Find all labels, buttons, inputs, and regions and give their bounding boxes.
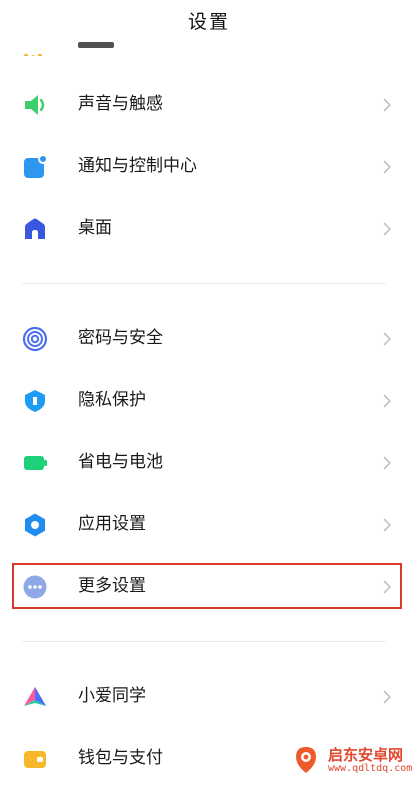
settings-item-label: 应用设置 [78, 514, 146, 534]
partial-hidden-row[interactable] [0, 36, 418, 56]
partial-row-icon [23, 44, 43, 56]
settings-item-label: 小爱同学 [78, 686, 146, 706]
notification-icon [22, 154, 48, 180]
watermark-url: www.qdltdq.com [328, 763, 413, 774]
section-divider [22, 641, 386, 642]
highlight-box [12, 563, 402, 609]
chevron-right-icon [382, 455, 392, 470]
settings-item-sound[interactable]: 声音与触感 [0, 73, 418, 135]
chevron-right-icon [382, 221, 392, 236]
settings-item-password-security[interactable]: 密码与安全 [0, 307, 418, 369]
chevron-right-icon [382, 517, 392, 532]
chevron-right-icon [382, 393, 392, 408]
settings-item-label: 隐私保护 [78, 390, 146, 410]
watermark: 启东安卓网 www.qdltdq.com [286, 742, 418, 779]
chevron-right-icon [382, 97, 392, 112]
xiaoai-icon [22, 684, 48, 710]
settings-item-privacy[interactable]: 隐私保护 [0, 369, 418, 431]
chevron-right-icon [382, 689, 392, 704]
battery-icon [22, 450, 48, 476]
partial-row-label [78, 42, 114, 48]
privacy-shield-icon [22, 388, 48, 414]
watermark-name: 启东安卓网 [328, 746, 404, 764]
home-icon [22, 216, 48, 242]
chevron-right-icon [382, 331, 392, 346]
chevron-right-icon [382, 159, 392, 174]
settings-item-battery[interactable]: 省电与电池 [0, 431, 418, 493]
settings-item-notifications[interactable]: 通知与控制中心 [0, 135, 418, 197]
speaker-icon [22, 92, 48, 118]
settings-item-xiaoai[interactable]: 小爱同学 [0, 665, 418, 727]
settings-item-label: 桌面 [78, 218, 112, 238]
watermark-logo-icon [290, 744, 322, 776]
settings-item-app-settings[interactable]: 应用设置 [0, 493, 418, 555]
settings-item-label: 声音与触感 [78, 94, 163, 114]
settings-item-label: 通知与控制中心 [78, 156, 197, 176]
settings-item-label: 钱包与支付 [78, 748, 163, 768]
settings-item-label: 密码与安全 [78, 328, 163, 348]
gear-icon [22, 512, 48, 538]
settings-item-label: 省电与电池 [78, 452, 163, 472]
section-divider [22, 283, 386, 284]
fingerprint-icon [22, 326, 48, 352]
wallet-icon [22, 746, 48, 772]
page-title: 设置 [187, 11, 230, 33]
settings-item-desktop[interactable]: 桌面 [0, 197, 418, 259]
page-header: 设置 [0, 0, 418, 36]
